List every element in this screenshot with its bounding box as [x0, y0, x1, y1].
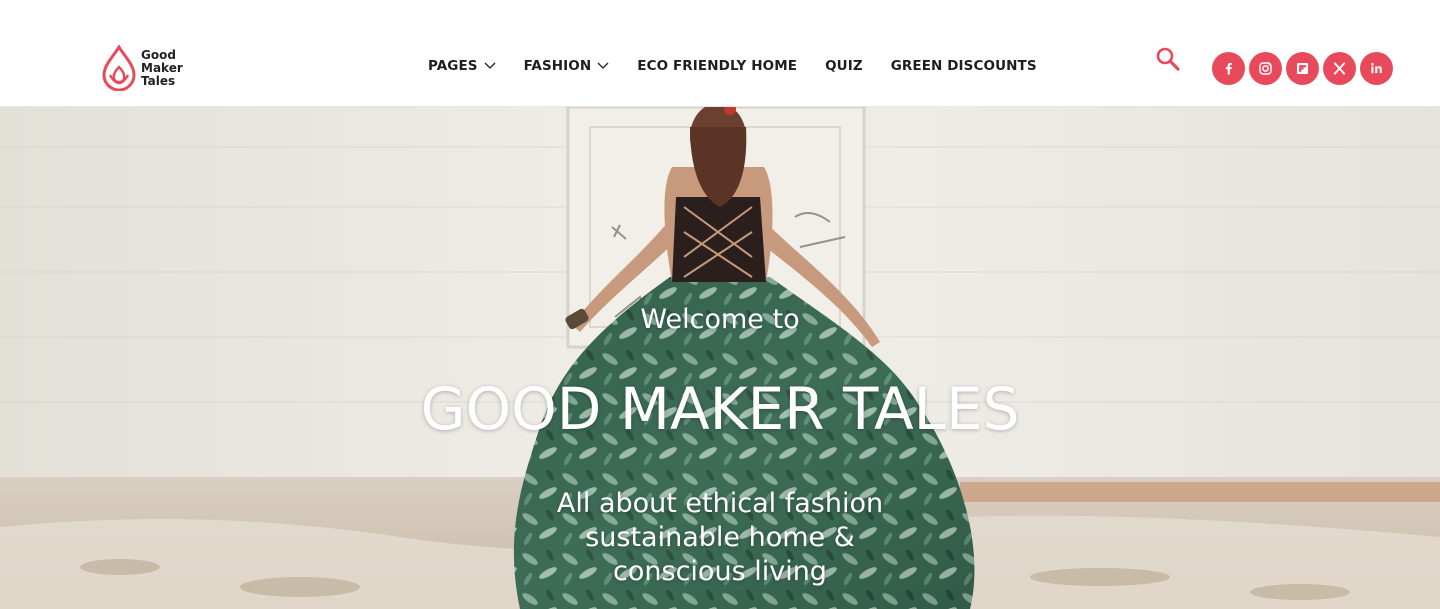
- flipboard-button[interactable]: [1286, 52, 1319, 85]
- chevron-down-icon: [484, 62, 496, 69]
- nav-item-eco-friendly-home[interactable]: ECO FRIENDLY HOME: [637, 58, 797, 74]
- hero-welcome-text: Welcome to: [640, 304, 800, 335]
- flipboard-icon: [1296, 62, 1309, 75]
- hero-banner: Welcome to GOOD MAKER TALES All about et…: [0, 107, 1440, 609]
- nav-item-green-discounts[interactable]: GREEN DISCOUNTS: [891, 58, 1037, 74]
- hero-tagline-line-2: sustainable home &: [585, 522, 855, 553]
- hero-tagline: All about ethical fashion sustainable ho…: [0, 487, 1440, 589]
- nav-item-pages[interactable]: PAGES: [428, 58, 496, 74]
- nav-item-label: ECO FRIENDLY HOME: [637, 58, 798, 74]
- social-links: [1212, 52, 1393, 85]
- hero-tagline-line-1: All about ethical fashion: [556, 488, 884, 519]
- logo-line-1: Good: [141, 47, 176, 62]
- instagram-icon: [1259, 62, 1272, 75]
- nav-item-label: FASHION: [523, 58, 592, 74]
- hero-title: GOOD MAKER TALES: [420, 375, 1020, 443]
- site-header: Good Maker Tales PAGES FASHION ECO FRIEN…: [0, 0, 1440, 107]
- logo-line-3: Tales: [141, 73, 176, 88]
- logo-text: Good Maker Tales: [141, 47, 183, 88]
- linkedin-icon: [1371, 62, 1382, 74]
- facebook-button[interactable]: [1212, 52, 1245, 85]
- site-logo[interactable]: Good Maker Tales: [101, 45, 183, 91]
- hero-tagline-line-3: conscious living: [613, 556, 827, 587]
- nav-item-fashion[interactable]: FASHION: [524, 58, 610, 74]
- logo-drop-icon: [102, 45, 136, 91]
- facebook-icon: [1225, 62, 1232, 75]
- nav-item-label: PAGES: [428, 58, 478, 74]
- nav-item-label: GREEN DISCOUNTS: [890, 58, 1037, 74]
- nav-item-quiz[interactable]: QUIZ: [825, 58, 863, 74]
- nav-item-label: QUIZ: [825, 58, 863, 74]
- x-icon: [1333, 62, 1346, 75]
- main-navigation: PAGES FASHION ECO FRIENDLY HOME QUIZ GRE…: [428, 58, 1037, 74]
- search-icon[interactable]: [1155, 46, 1181, 72]
- instagram-button[interactable]: [1249, 52, 1282, 85]
- x-button[interactable]: [1323, 52, 1356, 85]
- logo-line-2: Maker: [141, 60, 183, 75]
- chevron-down-icon: [597, 62, 609, 69]
- linkedin-button[interactable]: [1360, 52, 1393, 85]
